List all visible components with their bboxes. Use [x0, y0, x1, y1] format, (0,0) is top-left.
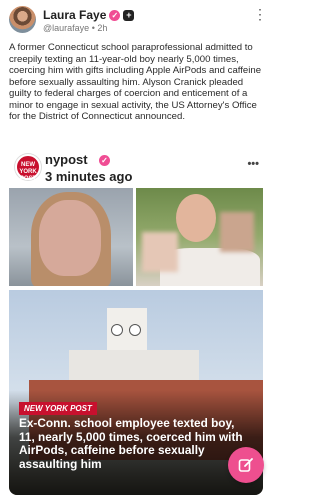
more-vert-icon[interactable]: ⋮ [253, 7, 267, 25]
post-header: Laura Faye ✓ + @laurafaye • 2h ⋮ [9, 3, 267, 37]
post-meta: @laurafaye • 2h [43, 23, 107, 33]
photo-family[interactable] [136, 188, 263, 286]
embed-source-name[interactable]: nypost [45, 152, 88, 167]
verified-icon: ✓ [109, 9, 121, 21]
embed-more-icon[interactable]: ••• [247, 158, 259, 170]
meta-separator: • [91, 23, 95, 33]
embed-time: 3 minutes ago [45, 169, 133, 184]
nypost-logo[interactable]: NEW YORK POST [15, 154, 41, 182]
compose-icon [238, 458, 253, 472]
author-row: Laura Faye ✓ + [43, 8, 135, 22]
photo-mugshot[interactable] [9, 188, 133, 286]
avatar[interactable] [9, 6, 36, 33]
plus-icon[interactable]: + [123, 9, 135, 21]
compose-button[interactable] [228, 447, 264, 483]
photo-face [39, 200, 101, 276]
logo-text: NEW YORK POST [19, 162, 37, 182]
photo-blurred-child [220, 212, 254, 252]
embed-verified-icon: ✓ [99, 155, 110, 166]
photo-blurred-child [142, 232, 178, 272]
post-time: 2h [97, 23, 108, 33]
clock-icon [111, 324, 123, 336]
author-handle[interactable]: @laurafaye [43, 23, 89, 33]
author-name[interactable]: Laura Faye [43, 8, 106, 22]
post-text: A former Connecticut school paraprofessi… [9, 42, 262, 122]
photo-person [176, 194, 216, 242]
embed-header: NEW YORK POST nypost ✓ 3 minutes ago ••• [9, 150, 263, 186]
article-headline[interactable]: Ex-Conn. school employee texted boy, 11,… [19, 416, 247, 471]
source-tag: NEW YORK POST [19, 402, 97, 415]
clock-icon [129, 324, 141, 336]
embedded-post[interactable]: NEW YORK POST nypost ✓ 3 minutes ago •••… [9, 150, 263, 495]
